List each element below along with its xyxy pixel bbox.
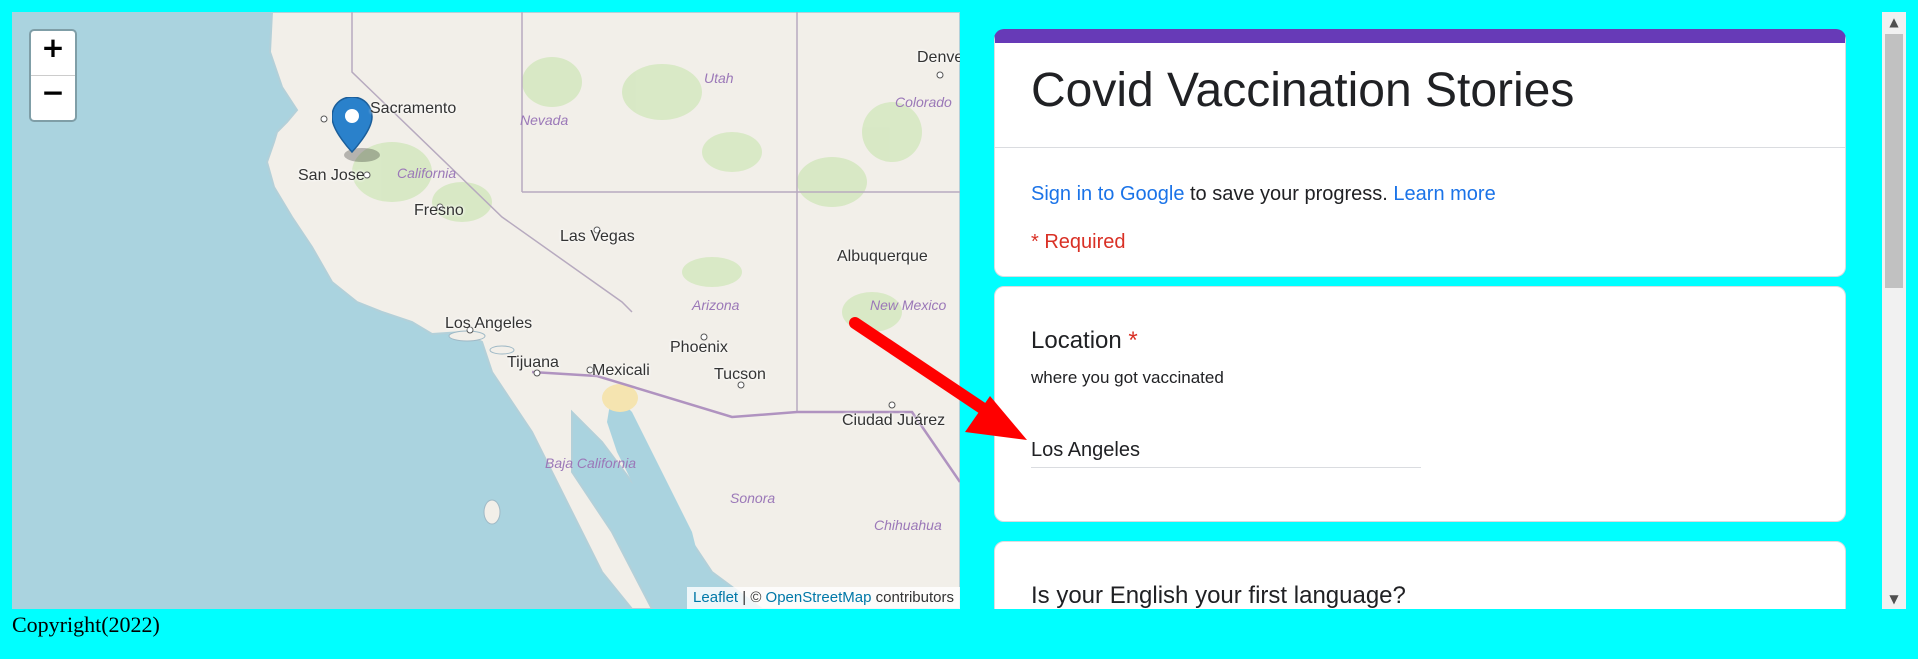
attribution-separator: | © bbox=[738, 589, 766, 606]
map-view[interactable]: + − Sacramento San Jose Fresno Las Vegas… bbox=[12, 12, 960, 609]
region-label-baja-california: Baja California bbox=[545, 455, 637, 471]
city-label-tucson: Tucson bbox=[714, 366, 766, 383]
city-label-las-vegas: Las Vegas bbox=[560, 228, 635, 245]
scroll-down-arrow-icon[interactable]: ▼ bbox=[1882, 589, 1906, 609]
question-title-text: Location bbox=[1031, 327, 1122, 354]
leaflet-link[interactable]: Leaflet bbox=[693, 589, 738, 606]
city-label-sacramento: Sacramento bbox=[370, 100, 457, 117]
region-label-california: California bbox=[397, 165, 457, 181]
form-header-card: Covid Vaccination Stories Sign in to Goo… bbox=[994, 29, 1846, 277]
learn-more-link[interactable]: Learn more bbox=[1393, 183, 1495, 205]
region-label-chihuahua: Chihuahua bbox=[874, 517, 942, 533]
google-form-frame: Covid Vaccination Stories Sign in to Goo… bbox=[994, 12, 1882, 609]
map-attribution: Leaflet | © OpenStreetMap contributors bbox=[687, 587, 960, 609]
zoom-out-button[interactable]: − bbox=[31, 76, 75, 120]
region-label-utah: Utah bbox=[704, 70, 734, 86]
required-note: * Required bbox=[1031, 231, 1126, 253]
signin-text: to save your progress. bbox=[1184, 183, 1394, 205]
city-label-mexicali: Mexicali bbox=[592, 362, 650, 379]
scroll-thumb[interactable] bbox=[1885, 34, 1903, 288]
scrollbar[interactable]: ▲ ▼ bbox=[1882, 12, 1906, 609]
signin-link[interactable]: Sign in to Google bbox=[1031, 183, 1184, 205]
question-card-english: Is your English your first language? bbox=[994, 541, 1846, 609]
location-answer-input[interactable]: Los Angeles bbox=[1031, 439, 1421, 468]
city-label-phoenix: Phoenix bbox=[670, 339, 728, 356]
osm-link[interactable]: OpenStreetMap bbox=[766, 589, 872, 606]
city-label-denver: Denver bbox=[917, 49, 960, 66]
region-label-sonora: Sonora bbox=[730, 490, 776, 506]
required-star: * bbox=[1128, 327, 1138, 354]
form-title: Covid Vaccination Stories bbox=[1031, 64, 1575, 117]
city-label-san-jose: San Jose bbox=[298, 167, 365, 184]
city-label-albuquerque: Albuquerque bbox=[837, 248, 928, 265]
map-tiles bbox=[12, 12, 960, 609]
question-title: Location * bbox=[1031, 327, 1138, 355]
scroll-up-arrow-icon[interactable]: ▲ bbox=[1882, 12, 1906, 32]
region-label-colorado: Colorado bbox=[895, 94, 952, 110]
signin-line: Sign in to Google to save your progress.… bbox=[1031, 183, 1496, 206]
city-label-ciudad-juarez: Ciudad Juárez bbox=[842, 412, 946, 429]
question-title: Is your English your first language? bbox=[1031, 582, 1406, 609]
city-label-fresno: Fresno bbox=[414, 202, 464, 219]
question-card-location: Location * where you got vaccinated Los … bbox=[994, 286, 1846, 522]
city-label-los-angeles: Los Angeles bbox=[445, 315, 533, 332]
region-label-nevada: Nevada bbox=[520, 112, 569, 128]
copyright-footer: Copyright(2022) bbox=[12, 612, 160, 637]
city-label-tijuana: Tijuana bbox=[507, 354, 559, 371]
region-label-arizona: Arizona bbox=[692, 297, 740, 313]
zoom-in-button[interactable]: + bbox=[31, 31, 75, 76]
header-divider bbox=[995, 147, 1845, 148]
attribution-contributors: contributors bbox=[871, 589, 954, 606]
question-description: where you got vaccinated bbox=[1031, 368, 1224, 387]
region-label-new-mexico: New Mexico bbox=[870, 297, 947, 313]
zoom-control: + − bbox=[29, 29, 77, 122]
